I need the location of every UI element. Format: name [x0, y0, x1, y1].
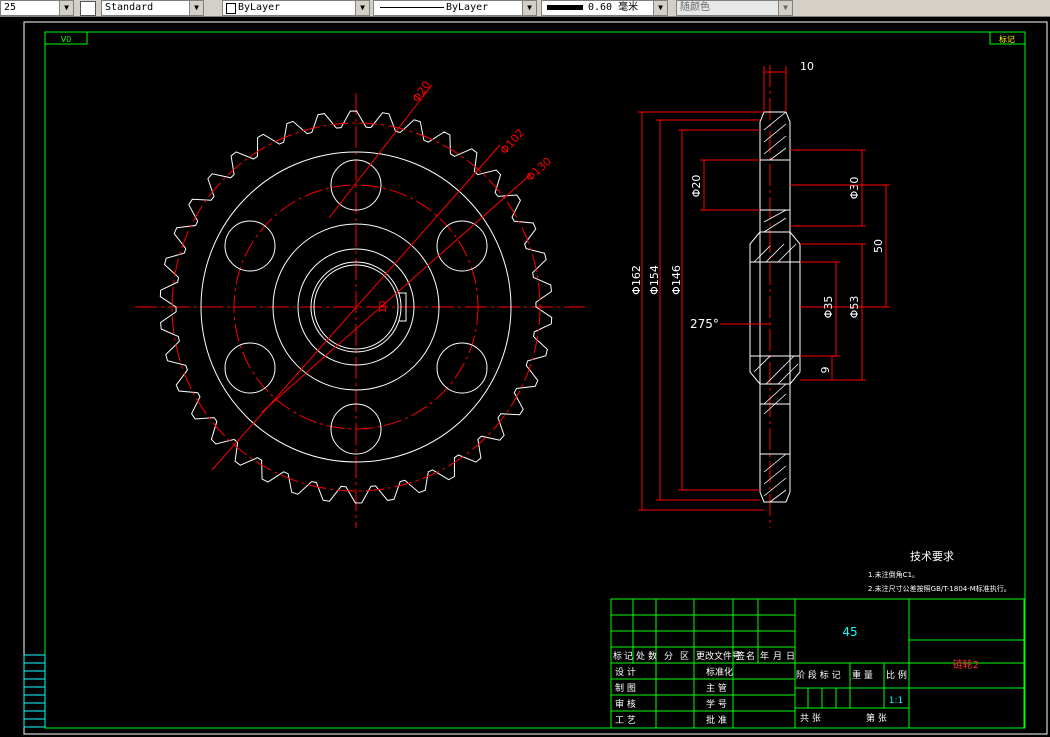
side-rim-outline	[759, 111, 791, 503]
dimstyle-icon[interactable]	[80, 1, 96, 16]
side-hub-outline	[749, 231, 801, 385]
top-left-tag: V0	[61, 35, 72, 44]
text-height-value: 25	[4, 2, 17, 13]
svg-text:工 艺: 工 艺	[615, 715, 636, 726]
phi53-label: Φ53	[848, 296, 861, 319]
phi20-front-label: Φ20	[410, 79, 434, 105]
svg-text:月: 月	[773, 651, 782, 662]
text-height-combo[interactable]: 25 ▼	[0, 0, 74, 16]
svg-text:数: 数	[648, 650, 657, 662]
plotstyle-combo[interactable]: 随颜色 ▼	[676, 0, 793, 16]
key-width-label: 10	[378, 301, 389, 314]
chevron-down-icon[interactable]: ▼	[778, 1, 792, 15]
svg-text:记: 记	[624, 651, 633, 662]
svg-text:标准化: 标准化	[706, 666, 733, 678]
phi130-label: Φ130	[523, 155, 554, 185]
svg-text:签: 签	[736, 650, 745, 662]
chevron-down-icon[interactable]: ▼	[59, 1, 73, 15]
svg-text:处: 处	[636, 650, 645, 662]
svg-text:共 张: 共 张	[800, 713, 821, 724]
color-combo[interactable]: ByLayer ▼	[222, 0, 370, 16]
angle-label: 275°	[690, 317, 719, 331]
tech-req-line2: 2.未注尺寸公差按照GB/T-1804-M标准执行。	[868, 584, 1011, 593]
section-hatching	[753, 111, 799, 503]
phi154-label: Φ154	[648, 265, 661, 295]
svg-text:标: 标	[613, 650, 622, 662]
svg-text:学 号: 学 号	[706, 698, 727, 710]
svg-text:年: 年	[760, 650, 769, 662]
scale-value: 1:1	[889, 696, 903, 706]
plotstyle-value: 随颜色	[680, 2, 710, 13]
phi130-line	[261, 174, 531, 413]
lineweight-sample-icon	[547, 5, 583, 10]
svg-text:区: 区	[680, 651, 689, 662]
phi102-label: Φ102	[498, 126, 528, 157]
left-margin-block	[23, 654, 46, 728]
svg-text:设 计: 设 计	[615, 666, 636, 678]
tech-req-title: 技术要求	[910, 550, 954, 563]
phi20-side-label: Φ20	[690, 175, 703, 198]
sprocket-side-view: 10 Φ162 Φ154 Φ146 Φ20 Φ30 50 Φ35 Φ53 9 2…	[630, 60, 890, 528]
sprocket-front-view: 10 Φ20 Φ102 Φ130	[135, 79, 585, 528]
dim50-label: 50	[872, 239, 885, 253]
svg-text:重 量: 重 量	[852, 669, 873, 681]
chevron-down-icon[interactable]: ▼	[653, 1, 667, 15]
svg-text:制 图: 制 图	[615, 682, 636, 694]
dim9-label: 9	[819, 367, 832, 374]
svg-text:名: 名	[746, 650, 755, 662]
dimstyle-value: Standard	[105, 2, 154, 13]
linetype-sample-icon	[380, 7, 444, 8]
svg-text:阶 段 标 记: 阶 段 标 记	[796, 669, 841, 681]
color-value: ByLayer	[238, 2, 281, 13]
drawing-name: 链轮2	[953, 658, 979, 671]
svg-text:第 张: 第 张	[866, 712, 887, 724]
properties-toolbar: 25 ▼ Standard ▼ ByLayer ▼ ByLayer ▼ 0.60…	[0, 0, 1050, 17]
svg-text:更改文件号: 更改文件号	[696, 650, 741, 662]
svg-text:审 核: 审 核	[615, 698, 636, 710]
svg-text:比 例: 比 例	[886, 669, 907, 681]
phi30-label: Φ30	[848, 177, 861, 200]
tech-req-line1: 1.未注倒角C1。	[868, 570, 919, 579]
svg-text:批 准: 批 准	[706, 714, 727, 726]
svg-text:分: 分	[664, 651, 673, 662]
material-value: 45	[842, 625, 857, 639]
drawing-canvas[interactable]: V0 标记 10 Φ20 Φ102 Φ130 10 Φ162 Φ154 Φ146…	[0, 17, 1050, 737]
hub-width-label: 10	[800, 60, 814, 73]
svg-text:日: 日	[786, 651, 795, 662]
linetype-value: ByLayer	[446, 2, 489, 13]
drawing-frame	[44, 31, 1026, 729]
chevron-down-icon[interactable]: ▼	[355, 1, 369, 15]
lineweight-combo[interactable]: 0.60 毫米 ▼	[541, 0, 668, 16]
top-right-tag: 标记	[999, 34, 1015, 44]
chevron-down-icon[interactable]: ▼	[522, 1, 536, 15]
color-swatch-icon	[226, 3, 236, 14]
phi35-label: Φ35	[822, 296, 835, 319]
lineweight-value: 0.60 毫米	[588, 2, 639, 13]
linetype-combo[interactable]: ByLayer ▼	[373, 0, 537, 16]
phi146-label: Φ146	[670, 265, 683, 295]
chevron-down-icon[interactable]: ▼	[189, 1, 203, 15]
phi162-label: Φ162	[630, 265, 643, 295]
svg-text:主 管: 主 管	[706, 682, 727, 694]
phi20-leader	[328, 84, 433, 219]
dimstyle-combo[interactable]: Standard ▼	[101, 0, 204, 16]
